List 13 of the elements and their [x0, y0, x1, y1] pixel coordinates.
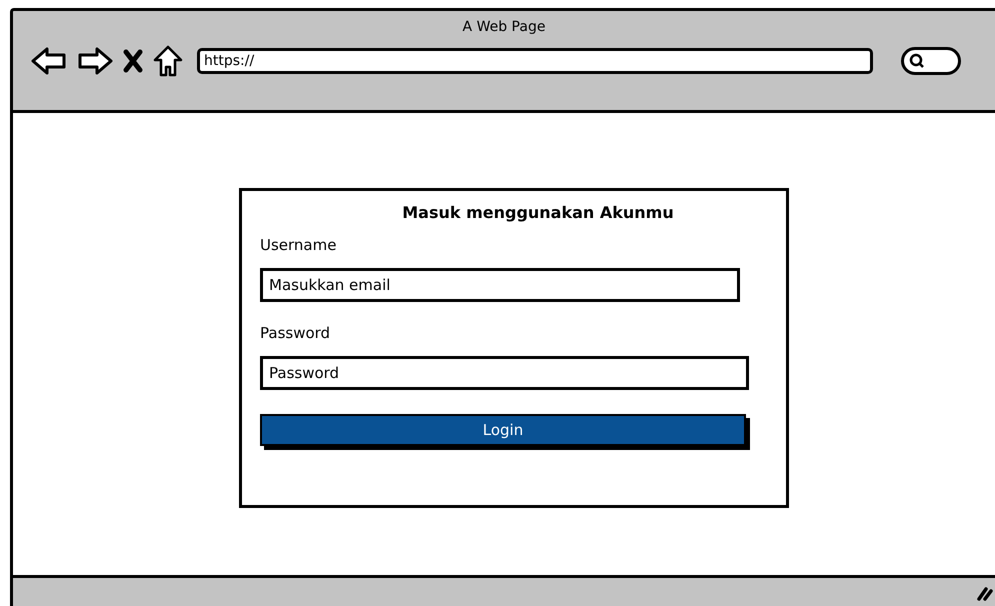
close-icon[interactable] [123, 49, 143, 73]
back-arrow-icon[interactable] [31, 46, 67, 76]
forward-arrow-icon[interactable] [77, 46, 113, 76]
field-label: Username [260, 236, 338, 254]
home-icon[interactable] [153, 45, 183, 77]
search-icon [909, 53, 925, 69]
login-title: Masuk menggunakan Akunmu [402, 203, 674, 222]
search-field[interactable] [901, 47, 961, 75]
field-label: Password [260, 324, 332, 342]
window-title: A Web Page [462, 19, 546, 35]
address-field[interactable]: https:// [197, 48, 873, 74]
input-field[interactable]: Password [260, 356, 749, 390]
input-field[interactable]: Masukkan email [260, 268, 740, 302]
